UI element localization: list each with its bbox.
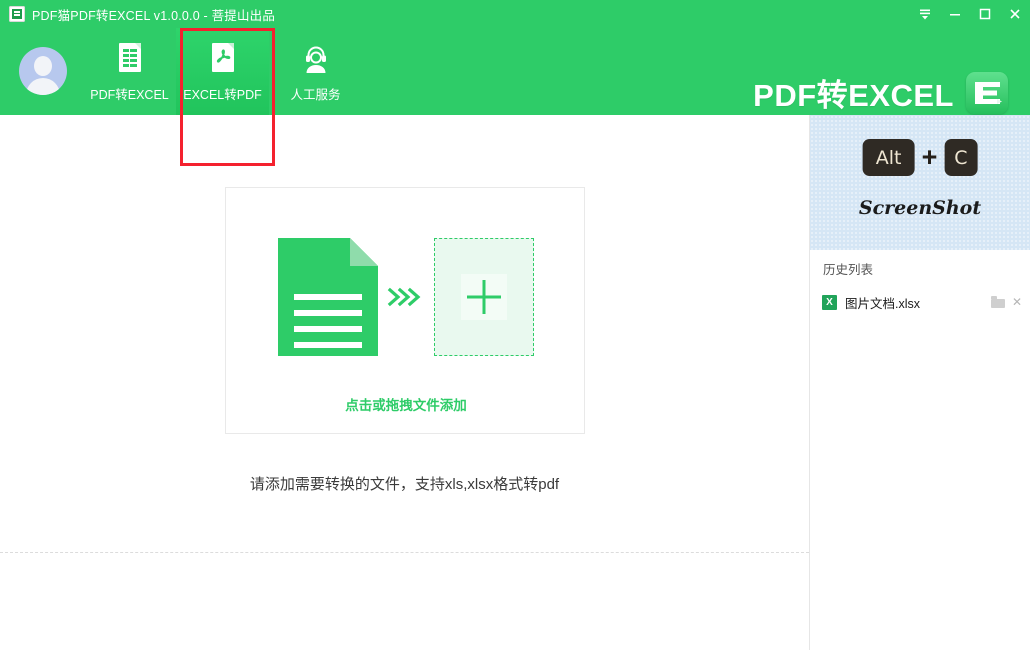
nav-item-label: PDF转EXCEL bbox=[90, 84, 169, 103]
title-bar: PDF猫PDF转EXCEL v1.0.0.0 - 菩提山出品 bbox=[0, 0, 1030, 28]
triple-chevron-right-icon bbox=[378, 282, 434, 312]
nav-item-label: EXCEL转PDF bbox=[183, 84, 262, 103]
nav-item-excel-to-pdf[interactable]: EXCEL转PDF bbox=[176, 28, 269, 115]
maximize-icon[interactable] bbox=[970, 0, 1000, 28]
avatar-body bbox=[26, 78, 60, 95]
green-document-icon bbox=[278, 238, 378, 356]
history-item-name: 图片文档.xlsx bbox=[845, 293, 991, 312]
open-folder-icon[interactable] bbox=[991, 296, 1005, 308]
headset-support-icon bbox=[301, 42, 331, 76]
brand-logo: PDF转EXCEL bbox=[753, 70, 1008, 115]
nav-item-human-service[interactable]: 人工服务 bbox=[269, 28, 362, 115]
main-toolbar: PDF转EXCEL EXCEL转PDF bbox=[83, 28, 362, 115]
avatar[interactable] bbox=[19, 47, 67, 95]
screenshot-promo-banner[interactable]: Alt + C ScreenShot bbox=[810, 115, 1030, 250]
minimize-icon[interactable] bbox=[940, 0, 970, 28]
section-divider bbox=[0, 552, 809, 553]
list-item[interactable]: X 图片文档.xlsx ✕ bbox=[810, 288, 1030, 316]
close-icon[interactable] bbox=[1000, 0, 1030, 28]
history-list: X 图片文档.xlsx ✕ bbox=[810, 288, 1030, 316]
excel-app-icon bbox=[9, 6, 25, 22]
key-alt: Alt bbox=[863, 139, 915, 176]
plus-sign: + bbox=[922, 144, 938, 171]
window-title: PDF猫PDF转EXCEL v1.0.0.0 - 菩提山出品 bbox=[32, 5, 275, 24]
app-header: PDF转EXCEL EXCEL转PDF bbox=[0, 28, 1030, 115]
excel-logo-badge bbox=[966, 72, 1008, 114]
application-window: PDF猫PDF转EXCEL v1.0.0.0 - 菩提山出品 bbox=[0, 0, 1030, 650]
menu-collapse-icon[interactable] bbox=[910, 0, 940, 28]
history-list-title: 历史列表 bbox=[823, 259, 873, 278]
conversion-hint-text: 请添加需要转换的文件，支持xls,xlsx格式转pdf bbox=[0, 473, 809, 494]
shortcut-keys: Alt + C bbox=[863, 139, 978, 176]
file-dropzone[interactable]: 点击或拖拽文件添加 bbox=[225, 187, 585, 434]
brand-title: PDF转EXCEL bbox=[753, 70, 954, 115]
dropzone-caption[interactable]: 点击或拖拽文件添加 bbox=[226, 394, 586, 414]
pdf-document-icon bbox=[208, 42, 238, 76]
history-item-actions: ✕ bbox=[991, 296, 1022, 308]
spreadsheet-document-icon bbox=[115, 42, 145, 76]
dropzone-illustration bbox=[226, 232, 586, 362]
add-file-target[interactable] bbox=[434, 238, 534, 356]
right-sidebar: Alt + C ScreenShot 历史列表 X 图片文档.xlsx ✕ bbox=[809, 115, 1030, 650]
main-content: 点击或拖拽文件添加 请添加需要转换的文件，支持xls,xlsx格式转pdf 保存… bbox=[0, 115, 809, 650]
nav-item-pdf-to-excel[interactable]: PDF转EXCEL bbox=[83, 28, 176, 115]
window-controls bbox=[910, 0, 1030, 28]
promo-caption: ScreenShot bbox=[810, 197, 1030, 219]
key-c: C bbox=[944, 139, 977, 176]
avatar-head bbox=[34, 56, 52, 76]
remove-icon[interactable]: ✕ bbox=[1012, 296, 1022, 308]
excel-file-icon: X bbox=[822, 295, 837, 310]
nav-item-label: 人工服务 bbox=[290, 84, 340, 103]
